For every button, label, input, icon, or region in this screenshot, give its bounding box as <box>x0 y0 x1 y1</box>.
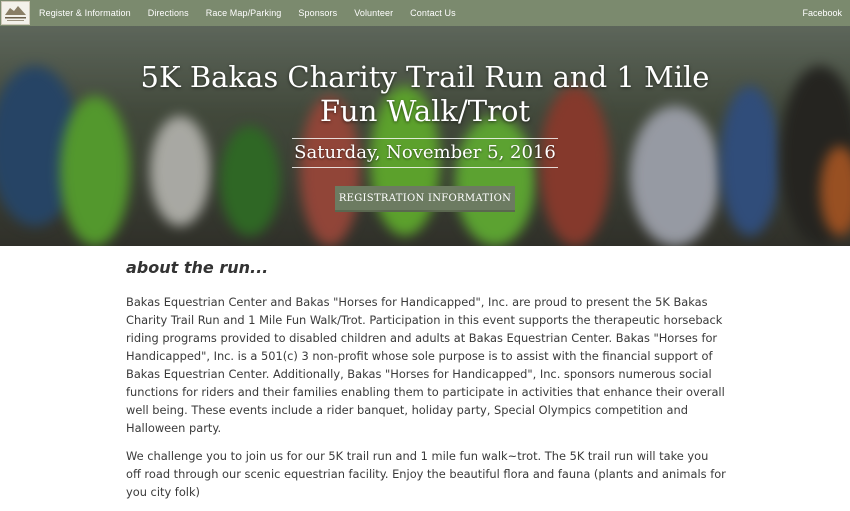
nav-contact-us[interactable]: Contact Us <box>410 8 456 18</box>
nav-race-map-parking[interactable]: Race Map/Parking <box>206 8 282 18</box>
nav-directions[interactable]: Directions <box>148 8 189 18</box>
hero-title-line1: 5K Bakas Charity Trail Run and 1 Mile <box>140 60 710 94</box>
event-date-text: Saturday, November 5, 2016 <box>292 138 558 168</box>
about-paragraph-2: We challenge you to join us for our 5K t… <box>126 449 726 499</box>
nav-volunteer[interactable]: Volunteer <box>354 8 393 18</box>
hero-title-line2: Fun Walk/Trot <box>319 94 531 128</box>
hero-banner: 5K Bakas Charity Trail Run and 1 Mile Fu… <box>0 26 850 246</box>
top-navbar: Register & Information Directions Race M… <box>0 0 850 26</box>
registration-information-button[interactable]: REGISTRATION INFORMATION <box>335 186 515 212</box>
about-title: about the run... <box>126 258 269 277</box>
nav-sponsors[interactable]: Sponsors <box>298 8 337 18</box>
hero-title: 5K Bakas Charity Trail Run and 1 Mile Fu… <box>0 60 850 128</box>
event-date: Saturday, November 5, 2016 <box>0 138 850 168</box>
nav-register-information[interactable]: Register & Information <box>39 8 131 18</box>
site-logo-icon[interactable] <box>1 1 30 25</box>
hero-overlay <box>0 26 850 246</box>
nav-facebook-link[interactable]: Facebook <box>802 8 842 18</box>
about-paragraph-1: Bakas Equestrian Center and Bakas "Horse… <box>126 295 725 435</box>
about-section: about the run... Bakas Equestrian Center… <box>126 258 726 511</box>
nav-menu: Register & Information Directions Race M… <box>39 8 473 18</box>
